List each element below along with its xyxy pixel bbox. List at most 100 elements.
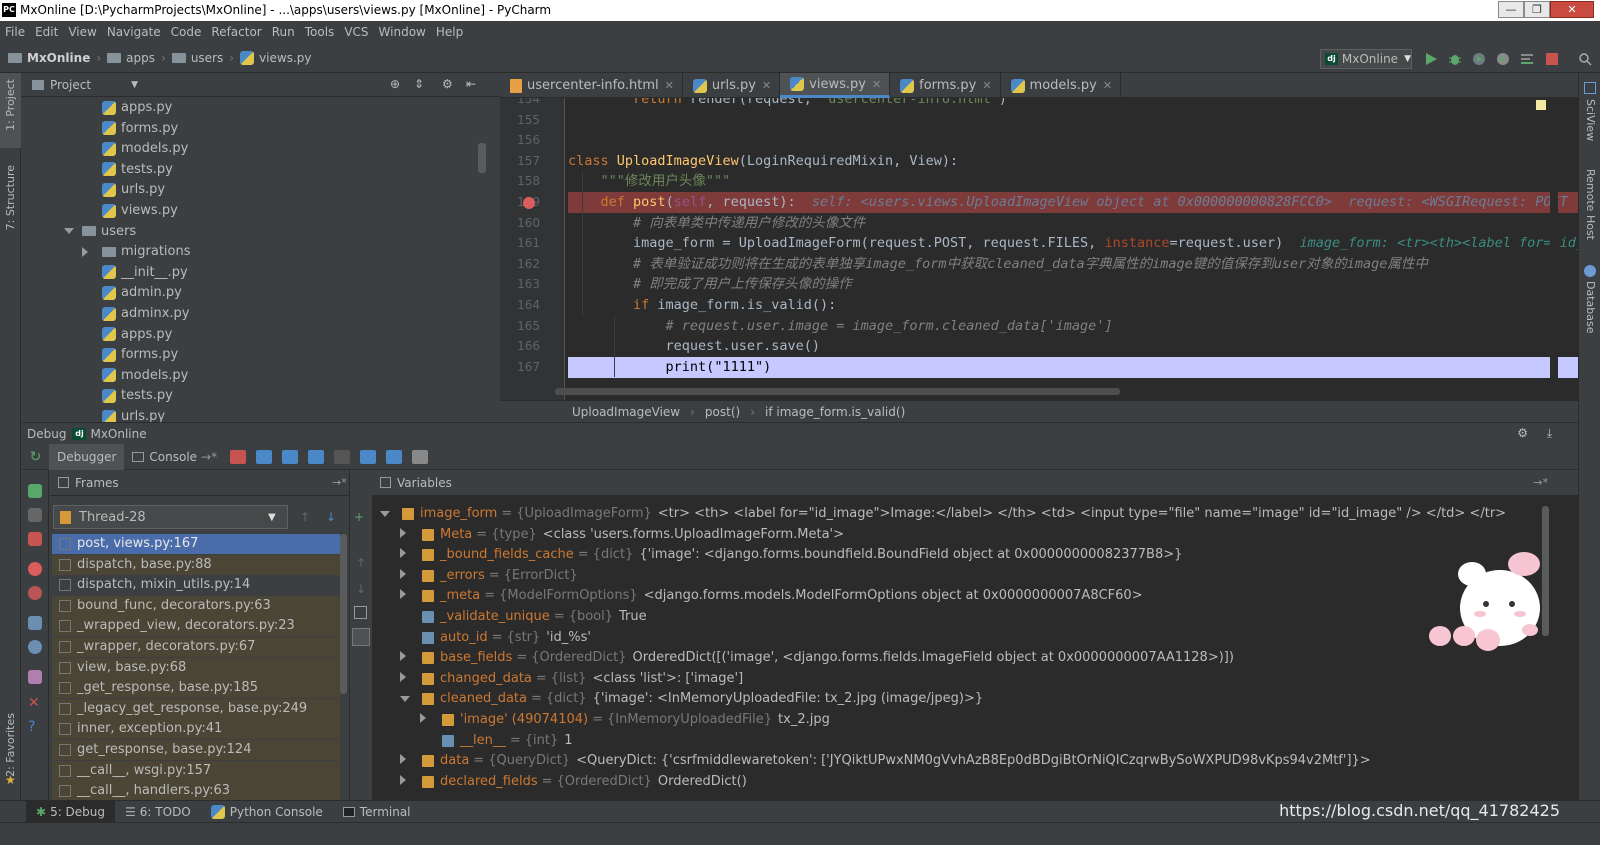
- new-watch-icon[interactable]: +: [354, 510, 364, 524]
- expanded-arrow-icon[interactable]: [380, 504, 394, 524]
- menu-item-help[interactable]: Help: [436, 25, 463, 39]
- code-line[interactable]: image_form = UploadImageForm(request.POS…: [568, 233, 1578, 254]
- code-line[interactable]: """修改用户头像""": [568, 171, 1578, 192]
- debug-icon[interactable]: [1448, 52, 1462, 66]
- menu-item-refactor[interactable]: Refactor: [211, 25, 261, 39]
- stack-frame[interactable]: _legacy_get_response, base.py:249: [52, 698, 340, 719]
- stack-frame[interactable]: _wrapper, decorators.py:67: [52, 637, 340, 657]
- pause-icon[interactable]: [28, 508, 42, 522]
- run-icon[interactable]: [1424, 52, 1438, 66]
- pin-tab-icon[interactable]: [28, 670, 42, 684]
- tab-console[interactable]: Console →*: [124, 444, 225, 470]
- evaluate-expression-icon[interactable]: [412, 449, 429, 464]
- menu-item-view[interactable]: View: [68, 25, 96, 39]
- tree-item[interactable]: tests.py: [102, 159, 173, 180]
- project-tool-label[interactable]: 1: Project: [4, 79, 17, 131]
- view-breakpoints-icon[interactable]: [28, 562, 42, 576]
- variable-row[interactable]: _validate_unique = {bool} True: [400, 607, 647, 627]
- run-configuration-select[interactable]: dj MxOnline ▼: [1320, 49, 1412, 69]
- close-tab-icon[interactable]: ✕: [872, 78, 881, 91]
- breadcrumb-file[interactable]: views.py: [240, 50, 311, 65]
- code-line[interactable]: request.user.save(): [568, 336, 1578, 357]
- breadcrumb-apps[interactable]: apps: [107, 51, 155, 65]
- editor-tab[interactable]: forms.py ✕: [890, 73, 1001, 98]
- tree-item[interactable]: models.py: [102, 365, 188, 386]
- database-tool-label[interactable]: Database: [1584, 281, 1597, 334]
- editor-tab[interactable]: views.py ✕: [780, 73, 891, 98]
- stack-frame[interactable]: _wrapped_view, decorators.py:23: [52, 616, 340, 637]
- variable-row[interactable]: __len__ = {int} 1: [420, 731, 573, 751]
- step-into-icon[interactable]: [282, 449, 299, 464]
- tree-item[interactable]: views.py: [102, 200, 178, 221]
- collapse-all-icon[interactable]: ⇕: [414, 77, 424, 91]
- menu-item-tools[interactable]: Tools: [305, 25, 335, 39]
- stack-frame[interactable]: bound_func, decorators.py:63: [52, 595, 340, 616]
- stop-icon[interactable]: [28, 532, 42, 546]
- code-line[interactable]: # 即完成了用户上传保存头像的操作: [568, 274, 1578, 295]
- profile-icon[interactable]: [1496, 52, 1510, 66]
- code-line[interactable]: if image_form.is_valid():: [568, 295, 1578, 316]
- code-line[interactable]: print("1111"): [568, 356, 1578, 378]
- debug-session-name[interactable]: MxOnline: [90, 427, 146, 441]
- stack-frame[interactable]: __call__, wsgi.py:157: [52, 760, 340, 781]
- breadcrumb-users[interactable]: users: [171, 51, 223, 65]
- breakpoint-icon[interactable]: [523, 197, 535, 209]
- tree-item[interactable]: models.py: [102, 138, 188, 159]
- expand-arrow-icon[interactable]: [64, 228, 74, 235]
- variable-row[interactable]: Meta = {type} <class 'users.forms.UploadIma…: [400, 525, 844, 545]
- tool-tab-todo[interactable]: ☰ 6: TODO: [115, 801, 201, 823]
- editor-tab[interactable]: usercenter-info.html ✕: [500, 73, 683, 98]
- menu-item-edit[interactable]: Edit: [35, 25, 58, 39]
- layout-icon[interactable]: [28, 616, 42, 630]
- gear-icon[interactable]: ⚙: [1517, 426, 1528, 440]
- variable-row[interactable]: declared_fields = {OrderedDict} OrderedDict…: [400, 772, 747, 792]
- search-icon[interactable]: [1578, 52, 1592, 66]
- run-with-coverage-icon[interactable]: [1472, 52, 1486, 66]
- breadcrumb-class[interactable]: UploadImageView: [572, 405, 680, 419]
- tree-item[interactable]: forms.py: [102, 118, 178, 139]
- hide-panel-icon[interactable]: ⇤: [466, 77, 476, 91]
- collapsed-arrow-icon[interactable]: [400, 669, 414, 689]
- locate-icon[interactable]: ⊕: [390, 77, 400, 91]
- show-return-values-icon[interactable]: [352, 628, 370, 646]
- variable-row[interactable]: image_form = {UploadImageForm} <tr> <th> <l…: [380, 504, 1506, 524]
- code-line[interactable]: def post(self, request): self: <users.vi…: [568, 192, 1578, 213]
- menu-item-file[interactable]: File: [5, 25, 25, 39]
- concurrency-icon[interactable]: [1520, 52, 1534, 66]
- thread-select[interactable]: Thread-28 ▼: [53, 505, 288, 529]
- move-up-icon[interactable]: ↑: [356, 556, 366, 570]
- tab-debugger[interactable]: Debugger: [49, 443, 125, 470]
- variable-row[interactable]: data = {QueryDict} <QueryDict: {'csrfmiddle…: [400, 751, 1371, 771]
- remote-host-tool-label[interactable]: Remote Host: [1584, 169, 1597, 240]
- step-over-icon[interactable]: [256, 449, 273, 464]
- force-step-into-icon[interactable]: [334, 449, 351, 464]
- tree-item[interactable]: adminx.py: [102, 303, 190, 324]
- copy-icon[interactable]: [354, 606, 367, 619]
- close-window-button[interactable]: ✕: [1550, 1, 1594, 18]
- close-debug-icon[interactable]: ✕: [28, 696, 42, 710]
- stack-frame[interactable]: inner, exception.py:41: [52, 719, 340, 740]
- gear-icon[interactable]: ⚙: [442, 77, 453, 91]
- collapsed-arrow-icon[interactable]: [400, 586, 414, 606]
- breadcrumb-block[interactable]: if image_form.is_valid(): [765, 405, 905, 419]
- maximize-button[interactable]: ❐: [1524, 1, 1550, 18]
- tree-item[interactable]: users: [64, 221, 136, 242]
- pin-icon[interactable]: →*: [1533, 476, 1548, 489]
- next-frame-icon[interactable]: ↓: [326, 510, 336, 524]
- variable-row[interactable]: base_fields = {OrderedDict} OrderedDict([('…: [400, 648, 1234, 668]
- editor-tab[interactable]: urls.py ✕: [683, 73, 781, 98]
- code-line[interactable]: # 表单验证成功则将在生成的表单独享image_form中获取cleaned_d…: [568, 254, 1578, 275]
- code-line[interactable]: return render(request, "usercenter-info.…: [568, 98, 1578, 110]
- variable-row[interactable]: _bound_fields_cache = {dict} {'image': <dja…: [400, 545, 1182, 565]
- close-tab-icon[interactable]: ✕: [762, 79, 771, 92]
- code-line[interactable]: class UploadImageView(LoginRequiredMixin…: [568, 151, 1578, 172]
- variable-row[interactable]: 'image' (49074104) = {InMemoryUploadedFile…: [420, 710, 830, 730]
- collapsed-arrow-icon[interactable]: [400, 751, 414, 771]
- resume-icon[interactable]: [28, 484, 42, 498]
- menu-item-vcs[interactable]: VCS: [344, 25, 368, 39]
- tool-tab-python-console[interactable]: Python Console: [201, 801, 333, 823]
- collapse-arrow-icon[interactable]: [82, 246, 88, 257]
- pin-icon[interactable]: →*: [332, 476, 347, 489]
- stack-frame[interactable]: view, base.py:68: [52, 657, 340, 678]
- stack-frame[interactable]: _get_response, base.py:185: [52, 678, 340, 699]
